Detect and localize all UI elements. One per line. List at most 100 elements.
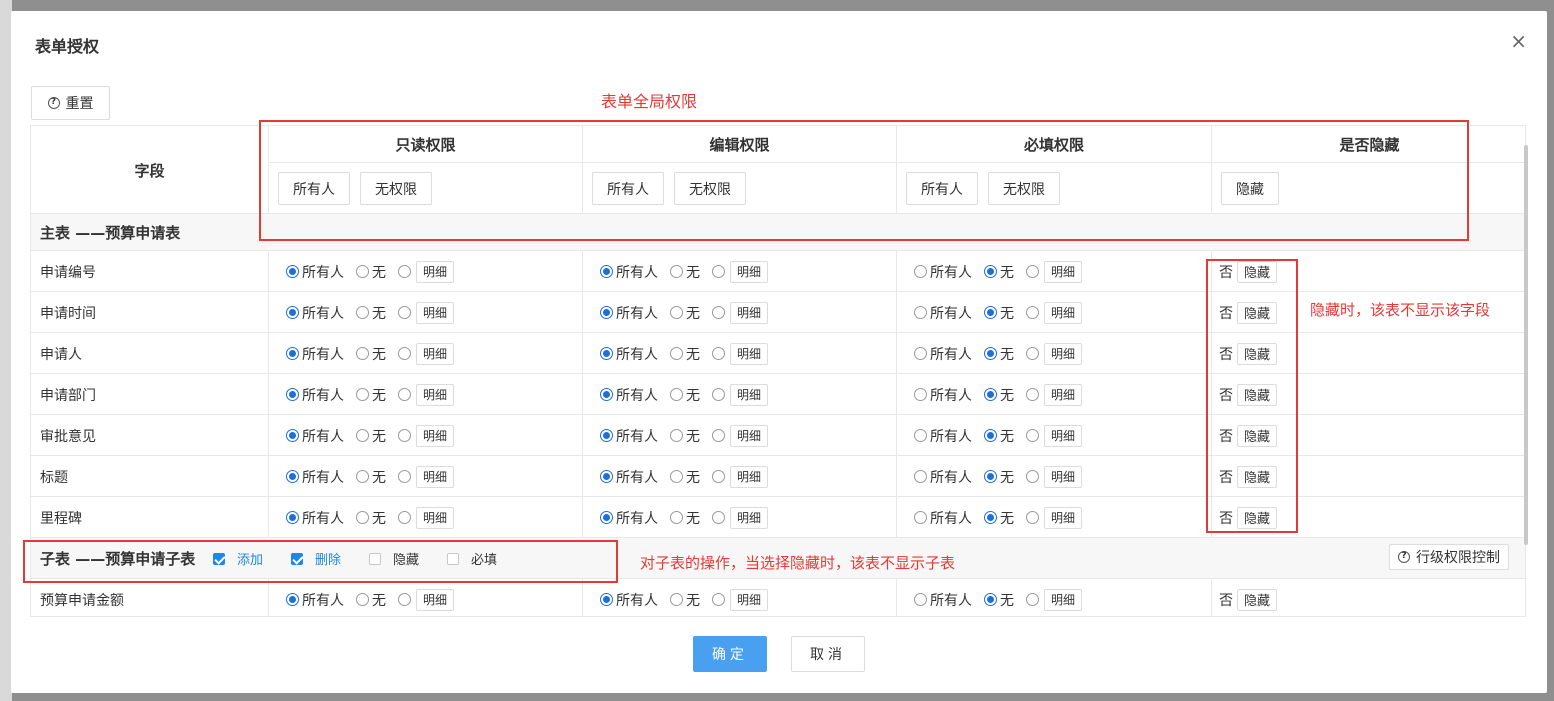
radio-option[interactable] bbox=[398, 470, 414, 483]
radio-option[interactable] bbox=[1026, 593, 1042, 606]
header-set-button[interactable]: 无权限 bbox=[988, 172, 1060, 205]
radio-option[interactable]: 所有人 bbox=[286, 590, 344, 610]
radio-option[interactable]: 所有人 bbox=[914, 467, 972, 487]
radio-option[interactable]: 所有人 bbox=[286, 426, 344, 446]
detail-button[interactable]: 明细 bbox=[416, 260, 455, 283]
radio-option[interactable] bbox=[1026, 429, 1042, 442]
detail-button[interactable]: 明细 bbox=[416, 506, 455, 529]
detail-button[interactable]: 明细 bbox=[1044, 506, 1083, 529]
radio-option[interactable]: 无 bbox=[984, 385, 1014, 405]
radio-option[interactable]: 无 bbox=[670, 262, 700, 282]
radio-option[interactable]: 所有人 bbox=[600, 262, 658, 282]
radio-option[interactable] bbox=[712, 265, 728, 278]
radio-option[interactable]: 无 bbox=[670, 590, 700, 610]
radio-option[interactable]: 无 bbox=[356, 344, 386, 364]
radio-option[interactable]: 无 bbox=[984, 344, 1014, 364]
radio-option[interactable]: 所有人 bbox=[286, 344, 344, 364]
detail-button[interactable]: 明细 bbox=[416, 301, 455, 324]
hide-button[interactable]: 隐藏 bbox=[1237, 506, 1278, 529]
radio-option[interactable]: 所有人 bbox=[600, 467, 658, 487]
radio-option[interactable] bbox=[398, 306, 414, 319]
confirm-button[interactable]: 确定 bbox=[693, 636, 767, 672]
detail-button[interactable]: 明细 bbox=[730, 342, 769, 365]
detail-button[interactable]: 明细 bbox=[416, 588, 455, 611]
radio-option[interactable]: 所有人 bbox=[286, 303, 344, 323]
header-set-button[interactable]: 所有人 bbox=[592, 172, 664, 205]
radio-option[interactable]: 无 bbox=[356, 508, 386, 528]
detail-button[interactable]: 明细 bbox=[1044, 424, 1083, 447]
radio-option[interactable]: 所有人 bbox=[286, 262, 344, 282]
detail-button[interactable]: 明细 bbox=[730, 465, 769, 488]
detail-button[interactable]: 明细 bbox=[730, 383, 769, 406]
detail-button[interactable]: 明细 bbox=[1044, 383, 1083, 406]
radio-option[interactable]: 所有人 bbox=[286, 385, 344, 405]
radio-option[interactable]: 所有人 bbox=[600, 344, 658, 364]
radio-option[interactable]: 无 bbox=[356, 467, 386, 487]
radio-option[interactable]: 无 bbox=[356, 590, 386, 610]
detail-button[interactable]: 明细 bbox=[730, 424, 769, 447]
detail-button[interactable]: 明细 bbox=[1044, 301, 1083, 324]
radio-option[interactable]: 无 bbox=[670, 303, 700, 323]
radio-option[interactable]: 无 bbox=[984, 303, 1014, 323]
radio-option[interactable]: 无 bbox=[670, 385, 700, 405]
radio-option[interactable]: 所有人 bbox=[914, 262, 972, 282]
radio-option[interactable] bbox=[712, 593, 728, 606]
hide-button[interactable]: 隐藏 bbox=[1237, 424, 1278, 447]
radio-option[interactable] bbox=[398, 429, 414, 442]
radio-option[interactable]: 所有人 bbox=[914, 344, 972, 364]
radio-option[interactable] bbox=[1026, 470, 1042, 483]
close-icon[interactable]: × bbox=[1510, 31, 1527, 51]
detail-button[interactable]: 明细 bbox=[1044, 465, 1083, 488]
radio-option[interactable]: 无 bbox=[984, 467, 1014, 487]
radio-option[interactable] bbox=[398, 265, 414, 278]
detail-button[interactable]: 明细 bbox=[730, 506, 769, 529]
row-permission-control-button[interactable]: ? 行级权限控制 bbox=[1389, 544, 1509, 570]
radio-option[interactable]: 所有人 bbox=[286, 467, 344, 487]
sub-option-checkbox[interactable]: 必填 bbox=[447, 549, 497, 568]
detail-button[interactable]: 明细 bbox=[416, 342, 455, 365]
radio-option[interactable]: 无 bbox=[984, 262, 1014, 282]
radio-option[interactable] bbox=[398, 511, 414, 524]
radio-option[interactable] bbox=[1026, 388, 1042, 401]
radio-option[interactable]: 无 bbox=[356, 262, 386, 282]
radio-option[interactable] bbox=[712, 470, 728, 483]
sub-option-checkbox[interactable]: 隐藏 bbox=[369, 549, 419, 568]
radio-option[interactable]: 所有人 bbox=[914, 385, 972, 405]
radio-option[interactable]: 无 bbox=[984, 508, 1014, 528]
detail-button[interactable]: 明细 bbox=[730, 588, 769, 611]
detail-button[interactable]: 明细 bbox=[416, 424, 455, 447]
radio-option[interactable]: 所有人 bbox=[914, 590, 972, 610]
radio-option[interactable] bbox=[1026, 306, 1042, 319]
table-scrollbar[interactable] bbox=[1524, 145, 1528, 545]
hide-button[interactable]: 隐藏 bbox=[1237, 588, 1278, 611]
radio-option[interactable]: 所有人 bbox=[286, 508, 344, 528]
radio-option[interactable] bbox=[398, 388, 414, 401]
radio-option[interactable] bbox=[712, 511, 728, 524]
radio-option[interactable] bbox=[712, 388, 728, 401]
radio-option[interactable]: 所有人 bbox=[914, 508, 972, 528]
hide-button[interactable]: 隐藏 bbox=[1237, 260, 1278, 283]
radio-option[interactable]: 无 bbox=[356, 385, 386, 405]
radio-option[interactable]: 无 bbox=[984, 590, 1014, 610]
radio-option[interactable]: 无 bbox=[356, 426, 386, 446]
header-set-button[interactable]: 所有人 bbox=[278, 172, 350, 205]
detail-button[interactable]: 明细 bbox=[730, 260, 769, 283]
header-set-button[interactable]: 无权限 bbox=[674, 172, 746, 205]
cancel-button[interactable]: 取消 bbox=[791, 636, 865, 672]
detail-button[interactable]: 明细 bbox=[416, 383, 455, 406]
radio-option[interactable] bbox=[398, 593, 414, 606]
detail-button[interactable]: 明细 bbox=[1044, 260, 1083, 283]
header-set-button[interactable]: 所有人 bbox=[906, 172, 978, 205]
radio-option[interactable] bbox=[712, 347, 728, 360]
radio-option[interactable]: 无 bbox=[670, 508, 700, 528]
radio-option[interactable]: 所有人 bbox=[600, 508, 658, 528]
header-set-button[interactable]: 隐藏 bbox=[1221, 172, 1279, 205]
radio-option[interactable]: 无 bbox=[984, 426, 1014, 446]
detail-button[interactable]: 明细 bbox=[730, 301, 769, 324]
radio-option[interactable]: 所有人 bbox=[914, 426, 972, 446]
radio-option[interactable]: 所有人 bbox=[600, 303, 658, 323]
reset-button[interactable]: ? 重置 bbox=[31, 86, 110, 120]
detail-button[interactable]: 明细 bbox=[1044, 342, 1083, 365]
radio-option[interactable]: 所有人 bbox=[914, 303, 972, 323]
radio-option[interactable]: 无 bbox=[670, 426, 700, 446]
